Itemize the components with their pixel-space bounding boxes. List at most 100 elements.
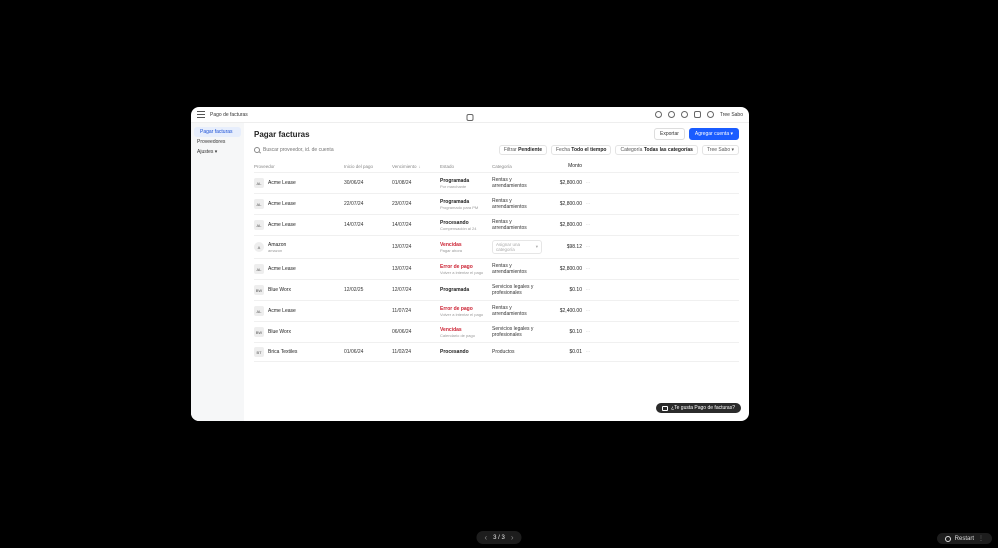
cell-status: Procesando — [440, 349, 492, 355]
sidebar-item-settings[interactable]: Ajustes ▾ — [191, 147, 244, 157]
col-amount[interactable]: Monto — [542, 163, 582, 169]
help-icon[interactable] — [707, 111, 714, 118]
cell-due: 14/07/24 — [392, 222, 440, 228]
provider-badge: A — [254, 242, 264, 252]
cell-status: Vencidas Pagar ahora — [440, 242, 492, 253]
page-title: Pagar facturas — [254, 130, 310, 139]
menu-icon[interactable] — [197, 111, 205, 119]
table-row[interactable]: BW Blue Worx 06/06/24 Vencidas Calendari… — [254, 322, 739, 343]
filter-category-pill[interactable]: Categoría Todas las categorías — [615, 145, 697, 155]
cell-amount: $2,800.00 — [542, 201, 582, 207]
cell-due: 13/07/24 — [392, 244, 440, 250]
table-row[interactable]: AL Acme Lease 14/07/24 14/07/24 Procesan… — [254, 215, 739, 236]
row-actions[interactable]: ⋯ — [582, 266, 594, 272]
row-actions[interactable]: ⋯ — [582, 329, 594, 335]
row-actions[interactable]: ⋯ — [582, 287, 594, 293]
table-header: Proveedor Inicio del pago Vencimiento↓ E… — [254, 160, 739, 173]
row-actions[interactable]: ⋯ — [582, 222, 594, 228]
cell-provider: BW Blue Worx — [254, 327, 344, 337]
pager: ‹ 3 / 3 › — [476, 531, 521, 544]
cell-due: 12/07/24 — [392, 287, 440, 293]
export-button[interactable]: Exportar — [654, 128, 685, 140]
cell-due: 23/07/24 — [392, 201, 440, 207]
cell-amount: $0.10 — [542, 329, 582, 335]
row-actions[interactable]: ⋯ — [582, 308, 594, 314]
table-row[interactable]: A Amazonamazon 13/07/24 Vencidas Pagar a… — [254, 236, 739, 259]
filter-user-pill[interactable]: Tree Sabo ▾ — [702, 145, 739, 155]
invoices-table: Proveedor Inicio del pago Vencimiento↓ E… — [244, 160, 749, 421]
cell-provider: BT Brica Textiles — [254, 347, 344, 357]
row-actions[interactable]: ⋯ — [582, 349, 594, 355]
cell-due: 13/07/24 — [392, 266, 440, 272]
search-input[interactable] — [263, 147, 495, 153]
apps-icon[interactable] — [694, 111, 701, 118]
row-actions[interactable]: ⋯ — [582, 180, 594, 186]
cell-provider: AL Acme Lease — [254, 178, 344, 188]
table-row[interactable]: BT Brica Textiles 01/06/24 11/02/24 Proc… — [254, 343, 739, 362]
table-row[interactable]: AL Acme Lease 11/07/24 Error de pago Vol… — [254, 301, 739, 322]
cell-amount: $0.01 — [542, 349, 582, 355]
feedback-bubble[interactable]: ¿Te gusta Pago de facturas? — [656, 403, 741, 413]
search-icon — [254, 147, 260, 153]
cell-status: Programada — [440, 287, 492, 293]
pager-prev[interactable]: ‹ — [484, 533, 487, 542]
center-widget-icon[interactable] — [467, 108, 474, 126]
cell-amount: $98.12 — [542, 244, 582, 250]
row-actions[interactable]: ⋯ — [582, 201, 594, 207]
sidebar: Pagar facturas Proveedores Ajustes ▾ — [191, 123, 244, 421]
pager-text: 3 / 3 — [493, 535, 505, 541]
add-account-button[interactable]: Agregar cuenta ▾ — [689, 128, 739, 140]
cell-provider: AL Acme Lease — [254, 220, 344, 230]
cell-provider: A Amazonamazon — [254, 242, 344, 253]
col-status[interactable]: Estado — [440, 164, 492, 169]
cell-category: Productos — [492, 349, 542, 355]
col-provider[interactable]: Proveedor — [254, 164, 344, 169]
cell-status: Vencidas Calendario de pago — [440, 327, 492, 338]
sidebar-item-pay-bills[interactable]: Pagar facturas — [194, 127, 241, 137]
cell-status: Procesando Compensación al 24 — [440, 220, 492, 231]
feedback-text: ¿Te gusta Pago de facturas? — [671, 405, 735, 411]
row-actions[interactable]: ⋯ — [582, 244, 594, 250]
cell-due: 11/07/24 — [392, 308, 440, 314]
cell-amount: $2,800.00 — [542, 180, 582, 186]
col-category[interactable]: Categoría — [492, 164, 542, 169]
filter-date-pill[interactable]: Fecha Todo el tiempo — [551, 145, 611, 155]
cell-due: 06/06/24 — [392, 329, 440, 335]
provider-badge: BT — [254, 347, 264, 357]
pager-next[interactable]: › — [511, 533, 514, 542]
filter-status-pill[interactable]: Filtrar Pendiente — [499, 145, 547, 155]
table-row[interactable]: BW Blue Worx 12/02/25 12/07/24 Programad… — [254, 280, 739, 301]
cell-start: 30/06/24 — [344, 180, 392, 186]
sidebar-item-providers[interactable]: Proveedores — [191, 137, 244, 147]
table-row[interactable]: AL Acme Lease 13/07/24 Error de pago Vol… — [254, 259, 739, 280]
cell-amount: $2,800.00 — [542, 266, 582, 272]
cell-status: Error de pago Volver a intentar el pago — [440, 306, 492, 317]
category-select[interactable]: Asignar una categoría▾ — [492, 240, 542, 254]
chat-icon — [662, 406, 668, 411]
cell-due: 01/08/24 — [392, 180, 440, 186]
col-start[interactable]: Inicio del pago — [344, 164, 392, 169]
table-row[interactable]: AL Acme Lease 30/06/24 01/08/24 Programa… — [254, 173, 739, 194]
cell-start: 01/06/24 — [344, 349, 392, 355]
cell-category: Servicios legales y profesionales — [492, 284, 542, 296]
cell-status: Programada Programado para PM — [440, 199, 492, 210]
cell-start: 12/02/25 — [344, 287, 392, 293]
restart-button[interactable]: Restart ⋮ — [937, 533, 992, 544]
notifications-icon[interactable] — [668, 111, 675, 118]
col-due[interactable]: Vencimiento↓ — [392, 164, 440, 169]
cell-status: Programada Por marchante — [440, 178, 492, 189]
table-row[interactable]: AL Acme Lease 22/07/24 23/07/24 Programa… — [254, 194, 739, 215]
provider-badge: BW — [254, 327, 264, 337]
cell-provider: AL Acme Lease — [254, 199, 344, 209]
provider-badge: AL — [254, 264, 264, 274]
search-icon[interactable] — [655, 111, 662, 118]
bell-icon[interactable] — [681, 111, 688, 118]
cell-amount: $0.10 — [542, 287, 582, 293]
cell-start: 22/07/24 — [344, 201, 392, 207]
cell-amount: $2,800.00 — [542, 222, 582, 228]
provider-badge: AL — [254, 306, 264, 316]
cell-amount: $2,400.00 — [542, 308, 582, 314]
cell-provider: AL Acme Lease — [254, 264, 344, 274]
cell-provider: AL Acme Lease — [254, 306, 344, 316]
user-name[interactable]: Tree Sabo — [720, 112, 743, 118]
